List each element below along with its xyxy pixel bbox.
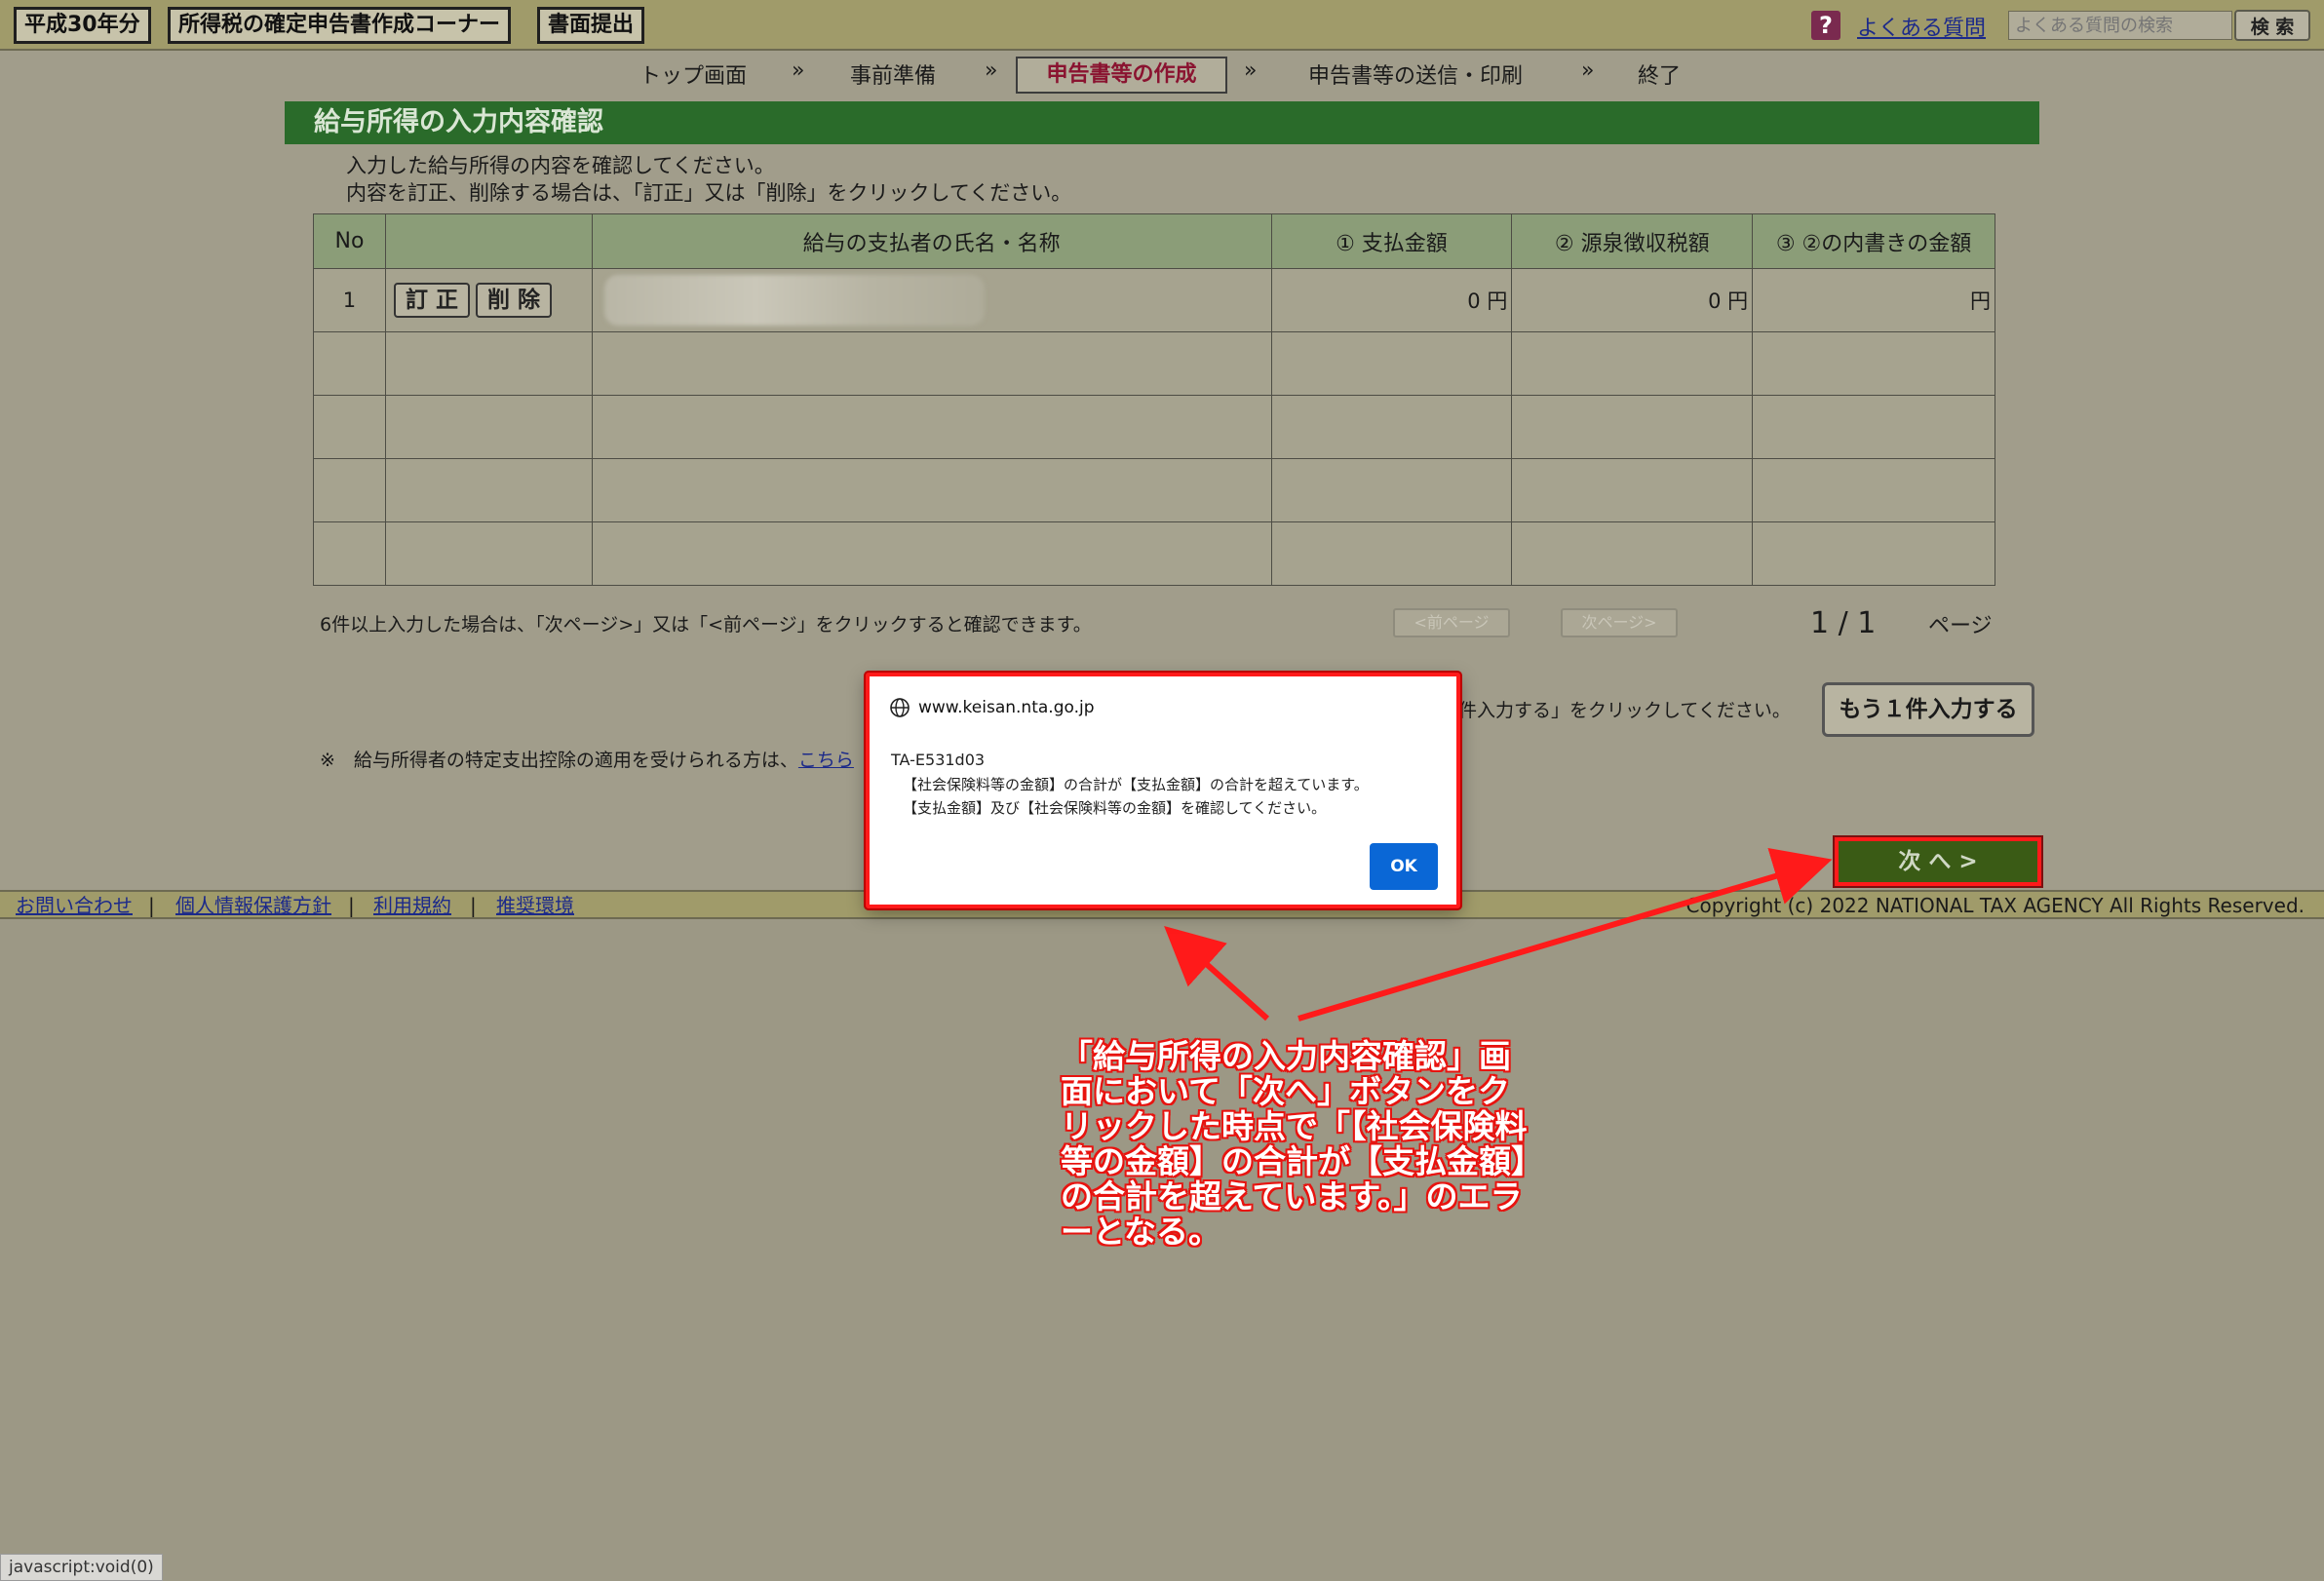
faq-search-input[interactable] [2008,11,2232,40]
col-header-withheld-tax: ② 源泉徴収税額 [1511,213,1754,269]
col-header-actions [384,213,593,269]
footer-link-contact[interactable]: お問い合わせ [16,892,133,919]
step-finish: 終了 [1638,64,1682,89]
step-separator: » [1244,58,1258,83]
step-separator: » [985,58,998,83]
page-count: 1 / 1 [1810,606,1877,640]
question-icon[interactable]: ? [1811,11,1840,40]
col-header-payer-name: 給与の支払者の氏名・名称 [591,213,1272,269]
add-another-note: 件入力する」をクリックしてください。 [1458,700,1791,721]
globe-icon [890,698,910,717]
alert-dialog: www.keisan.nta.go.jp TA-E531d03 【社会保険料等の… [866,673,1460,908]
footer-separator: | [470,894,477,917]
page-unit: ページ [1928,614,1993,638]
paid-amount-cell: 0 円 [1270,268,1513,332]
col-header-paid-amount: ① 支払金額 [1270,213,1513,269]
footer-link-terms[interactable]: 利用規約 [373,892,451,919]
prev-page-button[interactable]: <前ページ [1393,608,1510,637]
step-separator: » [1581,58,1595,83]
salary-income-table: No 給与の支払者の氏名・名称 ① 支払金額 ② 源泉徴収税額 ③ ②の内書きの… [313,213,1995,586]
next-button[interactable]: 次 へ > [1835,837,2041,886]
specific-deduction-text: ※ 給与所得者の特定支出控除の適用を受けられる方は、 [320,750,798,771]
next-page-button[interactable]: 次ページ> [1561,608,1678,637]
table-row [313,458,1995,522]
browser-status-bar: javascript:void(0) [0,1554,163,1581]
specific-deduction-link[interactable]: こちら [798,750,854,771]
paper-submit-button[interactable]: 書面提出 [537,7,645,44]
table-row: 1 訂 正削 除 0 円 0 円 円 [313,268,1995,332]
step-separator: » [792,58,805,83]
year-button[interactable]: 平成30年分 [14,7,151,44]
col-header-inner-amount: ③ ②の内書きの金額 [1752,213,1995,269]
step-top: トップ画面 [639,64,748,89]
footer-separator: | [148,894,155,917]
ok-button[interactable]: OK [1370,843,1438,890]
withheld-tax-cell: 0 円 [1511,268,1754,332]
inner-amount-cell: 円 [1752,268,1995,332]
footer-separator: | [348,894,355,917]
instruction-line-1: 入力した給与所得の内容を確認してください。 [346,154,775,177]
instruction-line-2: 内容を訂正、削除する場合は、「訂正」又は「削除」をクリックしてください。 [346,181,1072,205]
row-actions: 訂 正削 除 [384,268,593,332]
step-send-print: 申告書等の送信・印刷 [1308,64,1524,89]
footer-link-environment[interactable]: 推奨環境 [496,892,574,919]
annotation-text: 「給与所得の入力内容確認」画面において「次へ」ボタンをクリックした時点で「【社会… [1061,1037,1528,1251]
row-number: 1 [313,268,386,332]
dialog-origin: www.keisan.nta.go.jp [918,698,1095,717]
header-bar: 平成30年分 所得税の確定申告書作成コーナー 書面提出 ? よくある質問 検 索 [0,0,2324,51]
pager-note: 6件以上入力した場合は、「次ページ>」又は「<前ページ」をクリックすると確認でき… [320,614,1092,636]
faq-link[interactable]: よくある質問 [1857,11,1986,42]
copyright-text: Copyright (c) 2022 NATIONAL TAX AGENCY A… [1685,894,2305,917]
add-another-button[interactable]: もう１件入力する [1822,682,2034,737]
edit-button[interactable]: 訂 正 [393,283,470,318]
specific-deduction-note: ※ 給与所得者の特定支出控除の適用を受けられる方は、こちら [320,746,854,772]
error-message-line-1: 【社会保険料等の金額】の合計が【支払金額】の合計を超えています。 [903,776,1369,793]
step-create-active: 申告書等の作成 [1016,57,1227,94]
redacted-payer-name [603,275,985,326]
error-code: TA-E531d03 [891,751,986,769]
footer-link-privacy[interactable]: 個人情報保護方針 [175,892,331,919]
table-row [313,521,1995,586]
arrow-to-dialog [1164,925,1270,1022]
section-title: 給与所得の入力内容確認 [285,101,2039,144]
col-header-no: No [313,213,386,269]
table-row [313,331,1995,396]
error-message-line-2: 【支払金額】及び【社会保険料等の金額】を確認してください。 [903,799,1327,817]
corner-title-button[interactable]: 所得税の確定申告書作成コーナー [168,7,512,44]
table-header-row: No 給与の支払者の氏名・名称 ① 支払金額 ② 源泉徴収税額 ③ ②の内書きの… [313,213,1995,269]
step-preparation: 事前準備 [850,64,937,89]
search-button[interactable]: 検 索 [2234,10,2310,41]
table-row [313,395,1995,459]
payer-name-cell [591,268,1272,332]
delete-button[interactable]: 削 除 [475,283,552,318]
